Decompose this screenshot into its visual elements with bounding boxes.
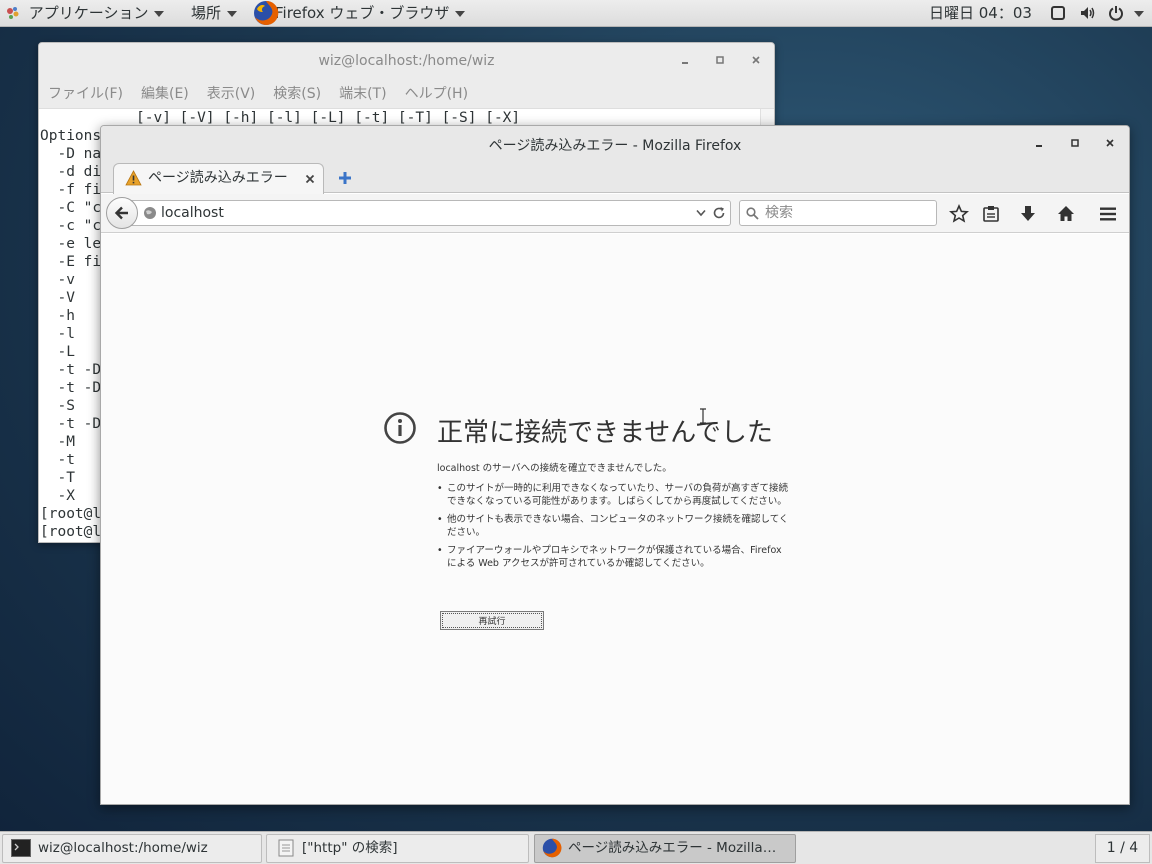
places-menu[interactable]: 場所 [191,0,238,27]
chevron-down-icon [1134,10,1145,17]
chevron-down-icon [227,10,238,17]
retry-button[interactable]: 再試行 [440,611,544,630]
error-intro: localhost のサーバへの接続を確立できませんでした。 [437,463,672,474]
task-label: wiz@localhost:/home/wiz [38,840,208,856]
url-bar[interactable]: localhost [111,200,731,226]
menu-view[interactable]: 表示(V) [207,81,256,107]
top-panel: アプリケーション 場所 Firefox ウェブ・ブラウザ 日曜日 04：03 [0,0,1152,27]
error-suggestions: このサイトが一時的に利用できなくなっていたり、サーバの負荷が高すぎて接続できなく… [437,482,793,575]
firefox-icon [542,838,562,858]
text-cursor-icon [700,408,706,424]
clock[interactable]: 日曜日 04：03 [929,0,1032,27]
maximize-button[interactable] [1067,137,1083,153]
firefox-icon [254,0,279,25]
menu-edit[interactable]: 編集(E) [141,81,189,107]
active-app-menu[interactable]: Firefox ウェブ・ブラウザ [253,0,466,27]
terminal-title: wiz@localhost:/home/wiz [318,53,495,69]
list-item: 他のサイトも表示できない場合、コンピュータのネットワーク接続を確認してください。 [437,513,793,539]
maximize-icon [1071,139,1079,147]
status-area[interactable] [1050,0,1145,27]
power-icon [1108,6,1123,21]
search-icon [746,207,759,220]
download-icon[interactable] [1018,204,1038,224]
task-firefox[interactable]: ページ読み込みエラー - Mozilla… [534,834,796,863]
error-title: 正常に接続できませんでした [437,418,773,448]
menu-search[interactable]: 検索(S) [273,81,321,107]
firefox-title: ページ読み込みエラー - Mozilla Firefox [488,138,742,154]
menu-help[interactable]: ヘルプ(H) [405,81,468,107]
clock-label: 日曜日 04：03 [929,4,1032,22]
home-icon[interactable] [1056,204,1076,224]
tab-bar: ページ読み込みエラー [101,163,1129,194]
navigation-toolbar: localhost 検索 [101,194,1129,233]
screen-icon [1051,6,1065,20]
maximize-button[interactable] [712,54,728,70]
menu-hamburger-icon[interactable] [1098,204,1118,224]
bookmark-star-icon[interactable] [949,204,969,224]
minimize-button[interactable] [677,54,693,70]
minimize-button[interactable] [1031,137,1047,153]
document-icon [278,839,294,857]
applications-label: アプリケーション [28,4,149,22]
active-app-label: Firefox ウェブ・ブラウザ [275,4,450,22]
reload-icon[interactable] [712,206,726,220]
chevron-down-icon [455,10,466,17]
minimize-icon [1036,145,1042,147]
minimize-icon [682,62,688,64]
warning-icon [125,170,142,186]
info-icon [384,412,416,444]
page-content: 正常に接続できませんでした localhost のサーバへの接続を確立できません… [101,234,1129,804]
task-search[interactable]: ["http" の検索] [266,834,529,863]
terminal-titlebar[interactable]: wiz@localhost:/home/wiz [39,43,774,81]
terminal-icon [11,839,31,857]
menu-file[interactable]: ファイル(F) [48,81,123,107]
workspace-switcher[interactable]: 1 / 4 [1095,834,1150,863]
search-input[interactable]: 検索 [739,200,937,226]
dropdown-arrow-icon[interactable] [696,209,706,217]
menu-terminal[interactable]: 端末(T) [339,81,386,107]
tab-label: ページ読み込みエラー [148,170,288,186]
back-arrow-icon [114,206,128,220]
close-icon [1106,139,1114,147]
applications-menu[interactable]: アプリケーション [6,0,165,27]
maximize-icon [716,56,724,64]
url-text: localhost [161,205,224,221]
close-tab-icon[interactable] [305,174,315,184]
list-item: このサイトが一時的に利用できなくなっていたり、サーバの負荷が高すぎて接続できなく… [437,482,793,508]
task-label: ページ読み込みエラー - Mozilla… [568,840,777,856]
close-button[interactable] [748,54,764,70]
reading-list-icon[interactable] [981,204,1001,224]
new-tab-icon[interactable] [338,171,352,185]
close-icon [752,56,760,64]
close-button[interactable] [1102,137,1118,153]
taskbar: wiz@localhost:/home/wiz ["http" の検索] ページ… [0,831,1152,864]
firefox-titlebar[interactable]: ページ読み込みエラー - Mozilla Firefox [101,126,1129,163]
tab-error-page[interactable]: ページ読み込みエラー [113,163,324,194]
volume-icon [1080,7,1095,19]
task-terminal[interactable]: wiz@localhost:/home/wiz [2,834,262,863]
terminal-menubar: ファイル(F) 編集(E) 表示(V) 検索(S) 端末(T) ヘルプ(H) [39,81,774,109]
places-label: 場所 [191,4,222,22]
firefox-window[interactable]: ページ読み込みエラー - Mozilla Firefox ページ読み込みエラー [100,125,1130,805]
list-item: ファイアーウォールやプロキシでネットワークが保護されている場合、Firefox … [437,544,793,570]
search-placeholder: 検索 [765,205,793,221]
globe-icon [144,207,156,219]
gnome-foot-icon [7,7,19,19]
back-button[interactable] [106,197,138,229]
chevron-down-icon [154,10,165,17]
task-label: ["http" の検索] [302,840,398,856]
